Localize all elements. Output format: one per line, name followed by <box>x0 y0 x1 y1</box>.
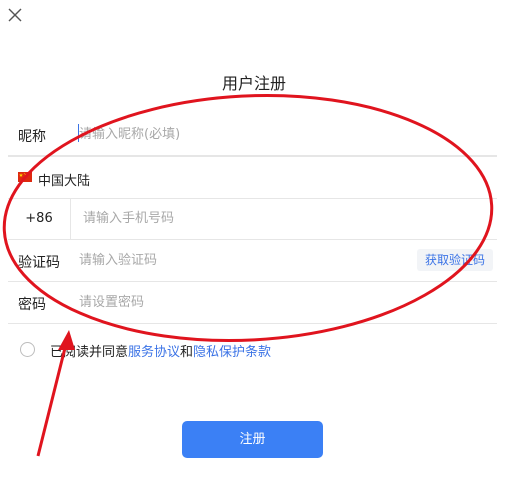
verify-code-label: 验证码 <box>18 255 60 271</box>
phone-input[interactable] <box>83 207 413 229</box>
password-row: 密码 <box>8 282 497 324</box>
annotation-arrow-shaft <box>36 343 68 457</box>
nickname-row: 昵称 <box>8 114 497 156</box>
service-agreement-link[interactable]: 服务协议 <box>128 345 180 360</box>
phone-row: +86 <box>8 198 497 240</box>
nickname-label: 昵称 <box>18 129 46 145</box>
nickname-input[interactable] <box>79 123 409 145</box>
register-button[interactable]: 注册 <box>182 421 323 458</box>
page-title: 用户注册 <box>221 74 286 93</box>
verify-code-row: 验证码 获取验证码 <box>8 240 497 282</box>
privacy-policy-link[interactable]: 隐私保护条款 <box>193 345 271 360</box>
agreement-text: 已阅读并同意服务协议和隐私保护条款 <box>50 341 271 360</box>
agreement-radio[interactable] <box>20 342 35 357</box>
country-code-selector[interactable]: +86 <box>8 198 71 239</box>
agreement-prefix: 已阅读并同意 <box>50 345 129 360</box>
verify-code-input[interactable] <box>79 249 409 271</box>
get-code-button[interactable]: 获取验证码 <box>417 249 493 271</box>
close-icon <box>8 8 22 22</box>
region-name: 中国大陆 <box>38 174 91 189</box>
password-input[interactable] <box>79 291 409 313</box>
region-selector[interactable]: 中国大陆 <box>8 156 497 199</box>
china-flag-icon <box>18 172 32 182</box>
agreement-joiner: 和 <box>180 345 194 360</box>
close-button[interactable] <box>6 6 24 24</box>
password-label: 密码 <box>18 297 46 313</box>
